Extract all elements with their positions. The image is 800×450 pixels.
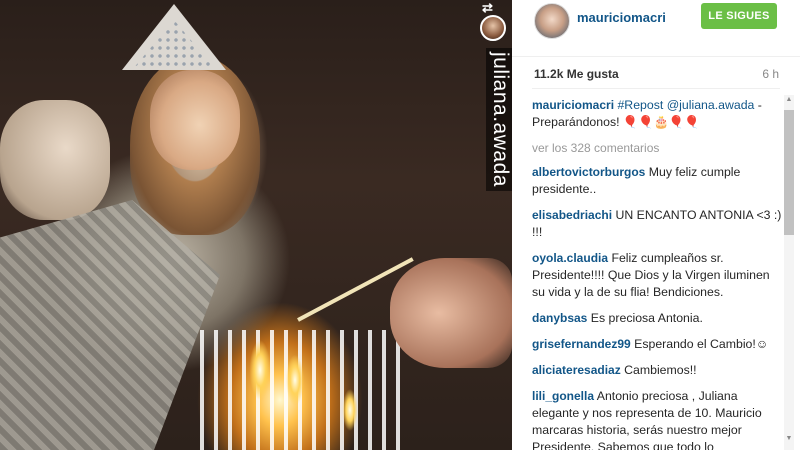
comment-username[interactable]: elisabedriachi <box>532 208 612 222</box>
child-face <box>150 70 240 170</box>
caption-username[interactable]: mauriciomacri <box>532 98 614 112</box>
adult-hand-left <box>0 100 110 220</box>
comment-text: Cambiemos!! <box>620 363 697 377</box>
watermark-avatar <box>480 15 506 41</box>
scroll-down-icon[interactable]: ▼ <box>785 435 793 442</box>
comments-scroll-thumb[interactable] <box>784 110 794 235</box>
comment-username[interactable]: grisefernandez99 <box>532 337 631 351</box>
caption-hashtag[interactable]: #Repost <box>617 98 663 112</box>
list-item: albertovictorburgos Muy feliz cumple pre… <box>532 164 782 198</box>
knit-sweater <box>0 200 220 450</box>
post-username[interactable]: mauriciomacri <box>577 10 666 25</box>
comment-username[interactable]: danybsas <box>532 311 587 325</box>
avatar[interactable] <box>534 3 570 39</box>
list-item: elisabedriachi UN ENCANTO ANTONIA <3 :) … <box>532 207 782 241</box>
comment-username[interactable]: lili_gonella <box>532 389 594 403</box>
adult-hand-right <box>390 258 512 368</box>
post-header: mauriciomacri LE SIGUES <box>512 0 800 57</box>
follow-button[interactable]: LE SIGUES <box>701 3 777 29</box>
list-item: aliciateresadiaz Cambiemos!! <box>532 362 782 379</box>
view-all-comments-link[interactable]: ver los 328 comentarios <box>532 140 782 157</box>
comment-username[interactable]: oyola.claudia <box>532 251 608 265</box>
scroll-up-icon[interactable]: ▲ <box>785 96 793 103</box>
birthday-candles <box>200 330 400 450</box>
watermark-username: juliana.awada <box>486 48 512 191</box>
post-sidebar: mauriciomacri LE SIGUES 11.2k Me gusta 6… <box>512 0 800 450</box>
divider <box>532 88 780 89</box>
caption-mention[interactable]: @juliana.awada <box>667 98 755 112</box>
comment-text: Esperando el Cambio!☺ <box>630 337 769 351</box>
post-time[interactable]: 6 h <box>762 67 779 81</box>
repost-icon: ⇄ <box>482 0 493 15</box>
list-item: danybsas Es preciosa Antonia. <box>532 310 782 327</box>
list-item: grisefernandez99 Esperando el Cambio!☺ <box>532 336 782 353</box>
comment-text: Es preciosa Antonia. <box>587 311 703 325</box>
comment-username[interactable]: albertovictorburgos <box>532 165 645 179</box>
list-item: oyola.claudia Feliz cumpleaños sr. Presi… <box>532 250 782 301</box>
comment-username[interactable]: aliciateresadiaz <box>532 363 621 377</box>
post-photo[interactable]: ⇄ juliana.awada <box>0 0 512 450</box>
likes-count[interactable]: 11.2k Me gusta <box>534 67 619 81</box>
comments-list: mauriciomacri #Repost @juliana.awada - P… <box>532 97 782 450</box>
caption: mauriciomacri #Repost @juliana.awada - P… <box>532 97 782 131</box>
list-item: lili_gonella Antonio preciosa , Juliana … <box>532 388 782 450</box>
